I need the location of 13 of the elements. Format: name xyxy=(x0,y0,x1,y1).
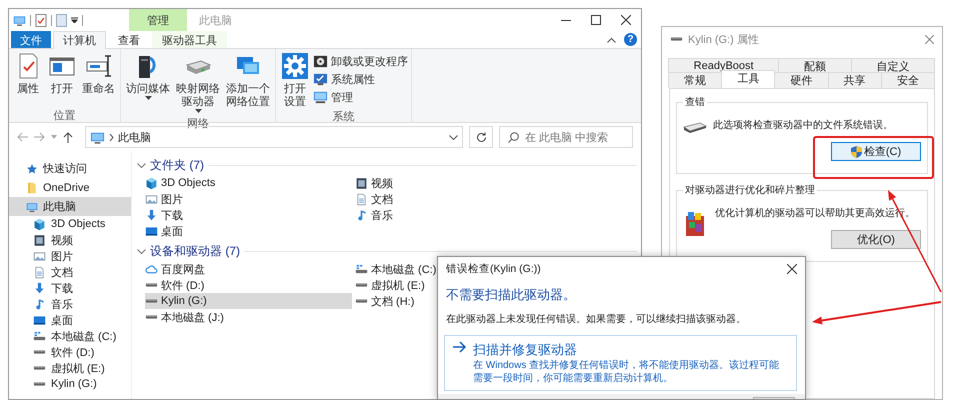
description-text: 此选项将检查驱动器中的文件系统错误。 xyxy=(713,118,894,132)
group-label: 系统 xyxy=(332,110,356,123)
command-title: 扫描并修复驱动器 xyxy=(473,341,578,359)
context-tab-label: 管理 xyxy=(129,9,187,31)
dialog-title: Kylin (G:) 属性 xyxy=(688,32,760,46)
window-title: 此电脑 xyxy=(199,14,233,28)
group-label: 位置 xyxy=(52,109,76,122)
dialog-message: 在此驱动器上未发现任何错误。如果需要，可以继续扫描该驱动器。 xyxy=(445,312,747,326)
dialog-heading: 不需要扫描此驱动器。 xyxy=(445,286,577,304)
dialog-title: 错误检查(Kylin (G:)) xyxy=(446,262,542,276)
command-description: 在 Windows 查找并修复任何错误时，将不能使用驱动器。该过程可能需要一段时间，你可能需要重新启动计算机。 xyxy=(473,359,780,385)
group-title: 对驱动器进行优化和碎片整理 xyxy=(684,184,816,197)
group-title: 查错 xyxy=(684,96,706,109)
